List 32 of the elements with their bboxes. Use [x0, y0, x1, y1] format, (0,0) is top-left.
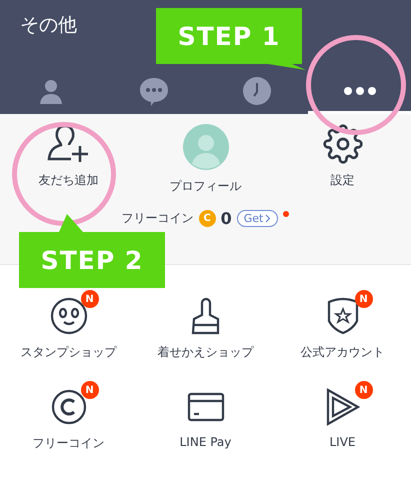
menu-label[interactable]: スタンプショップ: [20, 344, 116, 361]
callout-tail: [59, 214, 83, 232]
menu-label[interactable]: フリーコイン: [32, 435, 104, 452]
get-button[interactable]: Get: [236, 210, 278, 227]
chevron-icon: [265, 214, 272, 223]
new-badge: N: [354, 381, 372, 399]
page-title: その他: [19, 13, 77, 38]
action-label[interactable]: 設定: [330, 172, 354, 189]
avatar-icon: [182, 124, 228, 170]
shield-star-icon: [326, 297, 360, 335]
coin-label: フリーコイン: [122, 210, 194, 227]
coin-icon: C: [198, 210, 216, 227]
action-label[interactable]: プロフィール: [170, 178, 242, 195]
menu-label[interactable]: 公式アカウント: [300, 344, 384, 361]
menu-label[interactable]: LIVE: [329, 435, 356, 449]
callout-tail: [268, 64, 306, 70]
smiley-icon: [50, 297, 88, 335]
new-badge: N: [80, 290, 98, 308]
chat-icon: [138, 75, 170, 107]
step-callout: STEP 2: [19, 232, 165, 288]
action-label[interactable]: 友だち追加: [38, 172, 98, 189]
play-icon: [324, 387, 360, 427]
card-icon: [186, 392, 224, 422]
coin-icon: [50, 388, 88, 426]
clock-icon: [242, 76, 272, 106]
settings-icon: [322, 124, 362, 164]
new-badge: N: [80, 381, 98, 399]
more-icon: [342, 86, 378, 96]
coin-amount: 0: [220, 209, 232, 228]
menu-label[interactable]: LINE Pay: [180, 435, 232, 449]
menu-label[interactable]: 着せかえショップ: [158, 344, 254, 361]
new-badge: N: [354, 290, 372, 308]
